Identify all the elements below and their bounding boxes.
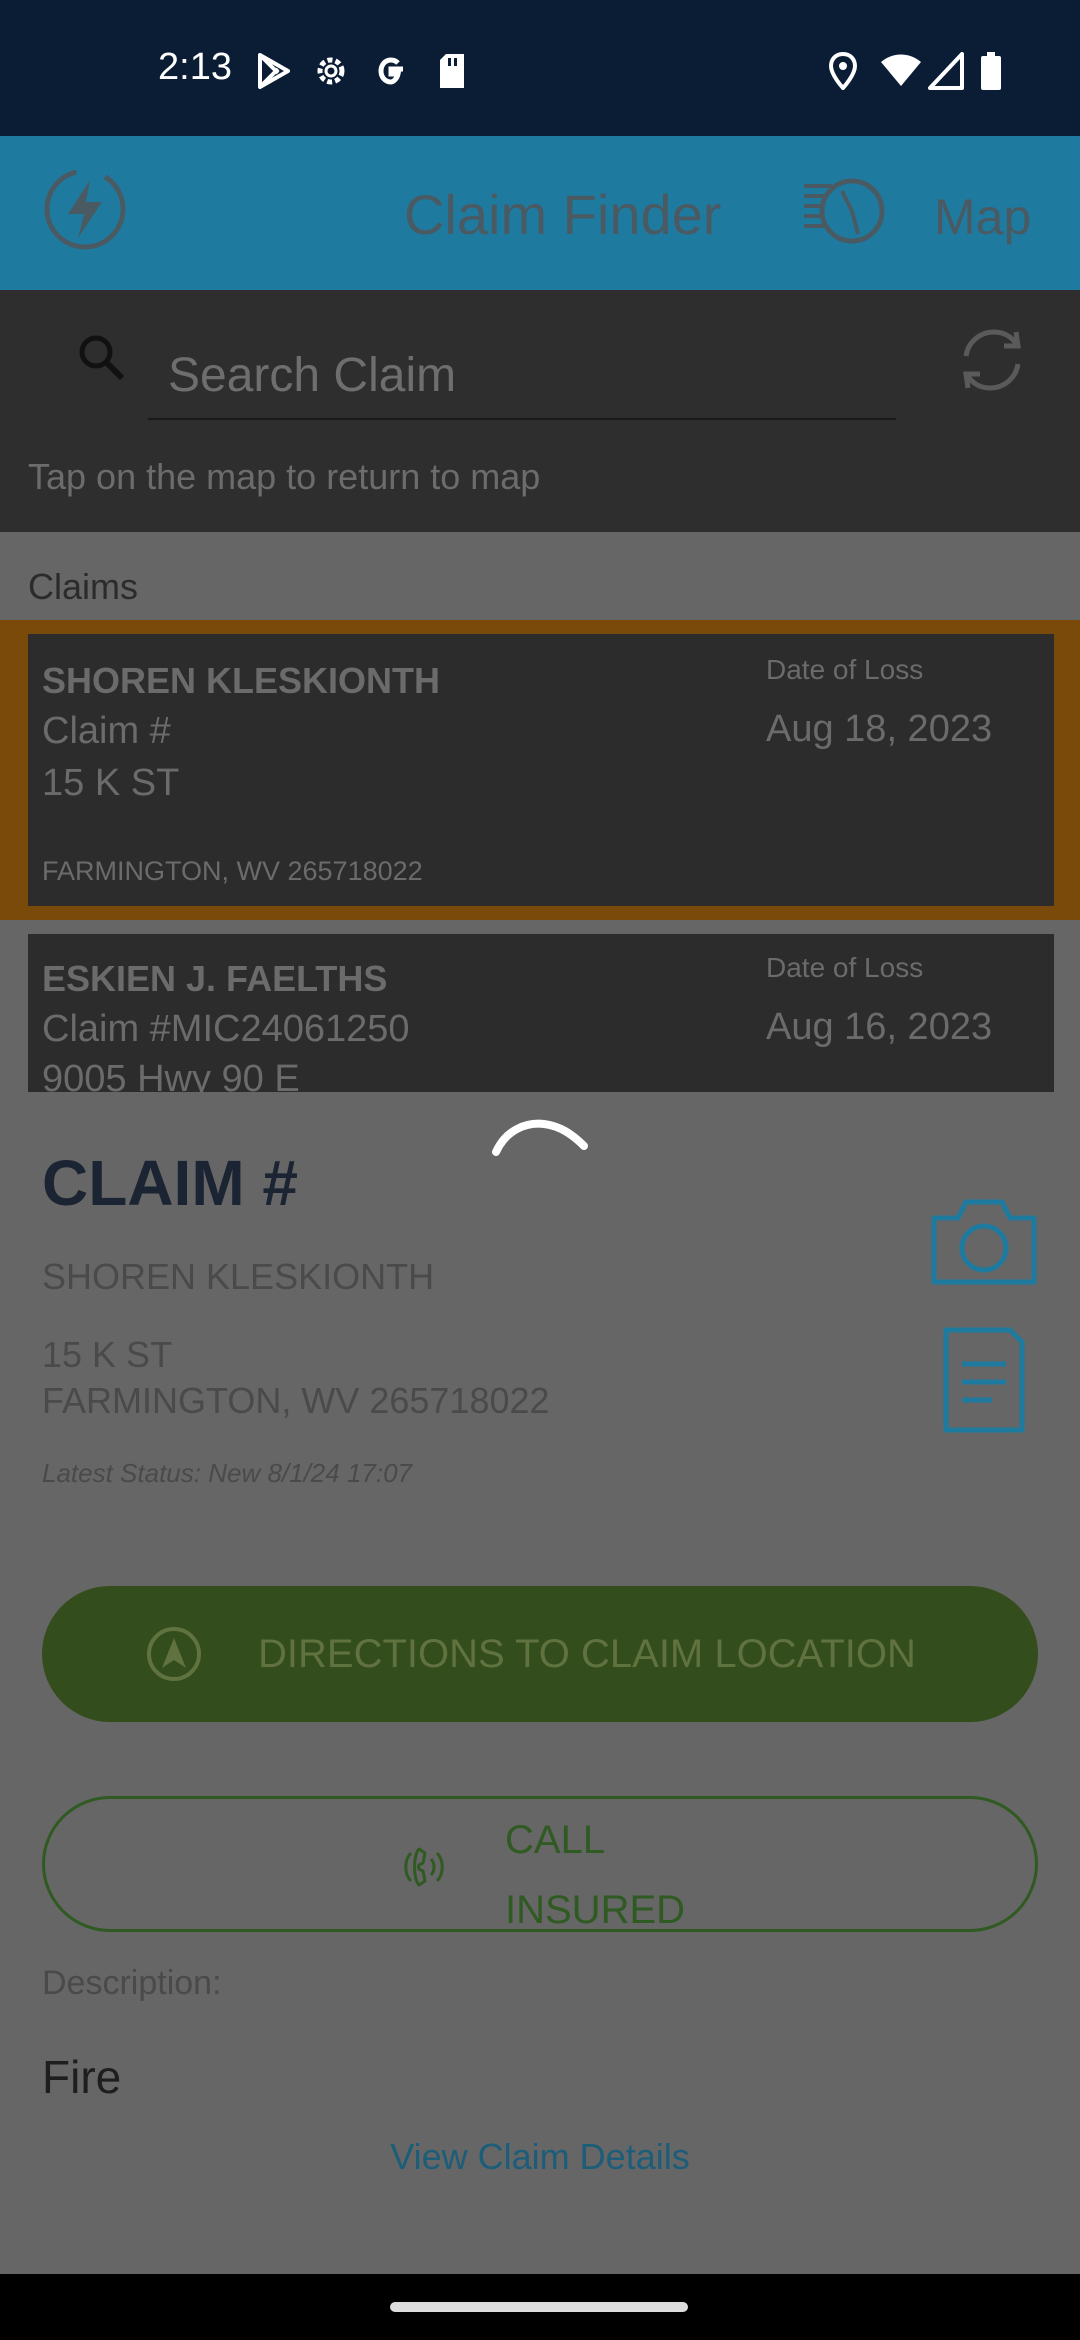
claim-card[interactable]: ESKIEN J. FAELTHS Claim #MIC24061250 900… bbox=[28, 934, 1054, 1092]
settings-icon bbox=[317, 57, 345, 85]
claim-detail-insured: SHOREN KLESKIONTH bbox=[42, 1256, 435, 1297]
claims-list: Claims SHOREN KLESKIONTH Claim # 15 K ST… bbox=[0, 532, 1080, 1092]
claim-card-city: FARMINGTON, WV 265718022 bbox=[42, 856, 423, 886]
claim-card[interactable]: SHOREN KLESKIONTH Claim # 15 K ST FARMIN… bbox=[28, 634, 1054, 906]
app-title: Claim Finder bbox=[404, 183, 722, 246]
search-area: Search Claim Tap on the map to return to… bbox=[0, 290, 1080, 532]
claim-detail-panel: CLAIM # SHOREN KLESKIONTH 15 K ST FARMIN… bbox=[0, 1092, 1080, 2274]
wifi-icon bbox=[881, 54, 921, 86]
view-claim-details-link[interactable]: View Claim Details bbox=[0, 2136, 1080, 2178]
play-store-icon bbox=[258, 53, 290, 89]
sd-card-icon bbox=[440, 54, 464, 88]
camera-icon[interactable] bbox=[928, 1192, 1040, 1288]
claim-card-name: SHOREN KLESKIONTH bbox=[42, 660, 441, 701]
claim-card-name: ESKIEN J. FAELTHS bbox=[42, 958, 388, 999]
claim-card-number: Claim # bbox=[42, 710, 171, 752]
home-gesture-handle[interactable] bbox=[390, 2302, 688, 2312]
google-icon bbox=[378, 57, 403, 85]
claim-card-dol: Aug 18, 2023 bbox=[766, 708, 993, 750]
claim-card-dol-label: Date of Loss bbox=[766, 654, 924, 685]
directions-button-label: DIRECTIONS TO CLAIM LOCATION bbox=[258, 1632, 916, 1676]
search-input[interactable]: Search Claim bbox=[148, 320, 896, 420]
history-icon[interactable] bbox=[802, 176, 888, 246]
search-icon bbox=[79, 335, 125, 381]
description-value: Fire bbox=[42, 2051, 122, 2103]
system-nav-bar bbox=[0, 2274, 1080, 2340]
status-bar: 2:13 bbox=[0, 0, 1080, 136]
claim-card-address: 15 K ST bbox=[42, 762, 180, 804]
claims-section-label: Claims bbox=[28, 566, 139, 607]
directions-button[interactable]: DIRECTIONS TO CLAIM LOCATION bbox=[42, 1586, 1038, 1722]
navigation-icon bbox=[147, 1627, 201, 1681]
loading-spinner-icon bbox=[492, 1119, 588, 1156]
claim-card-dol: Aug 16, 2023 bbox=[766, 1006, 993, 1048]
claim-detail-address-line1: 15 K ST bbox=[42, 1334, 173, 1375]
claim-detail-title: CLAIM # bbox=[42, 1147, 298, 1219]
map-return-hint[interactable]: Tap on the map to return to map bbox=[28, 456, 540, 498]
signal-icon bbox=[928, 52, 964, 90]
battery-icon bbox=[981, 52, 1001, 90]
description-label: Description: bbox=[42, 1964, 222, 2002]
app-logo-icon[interactable] bbox=[42, 166, 128, 252]
claim-detail-address-line2: FARMINGTON, WV 265718022 bbox=[42, 1380, 550, 1421]
claim-card-address: 9005 Hwy 90 E bbox=[42, 1058, 300, 1092]
call-insured-button[interactable]: CALL INSURED bbox=[42, 1796, 1038, 1932]
claim-card-dol-label: Date of Loss bbox=[766, 952, 924, 983]
call-insured-label-line2: INSURED bbox=[505, 1888, 686, 1932]
claim-latest-status: Latest Status: New 8/1/24 17:07 bbox=[42, 1458, 413, 1488]
phone-icon bbox=[404, 1847, 444, 1887]
call-insured-label: CALL INSURED bbox=[505, 1815, 685, 1935]
call-insured-label-line1: CALL bbox=[505, 1818, 606, 1862]
location-icon bbox=[828, 52, 858, 90]
refresh-icon[interactable] bbox=[956, 324, 1028, 396]
claim-card-number: Claim #MIC24061250 bbox=[42, 1008, 410, 1050]
status-time: 2:13 bbox=[158, 46, 232, 88]
app-bar: Claim Finder Map bbox=[0, 136, 1080, 290]
document-icon[interactable] bbox=[940, 1324, 1028, 1436]
map-button[interactable]: Map bbox=[934, 188, 1031, 246]
selected-claim-highlight: SHOREN KLESKIONTH Claim # 15 K ST FARMIN… bbox=[0, 620, 1080, 920]
